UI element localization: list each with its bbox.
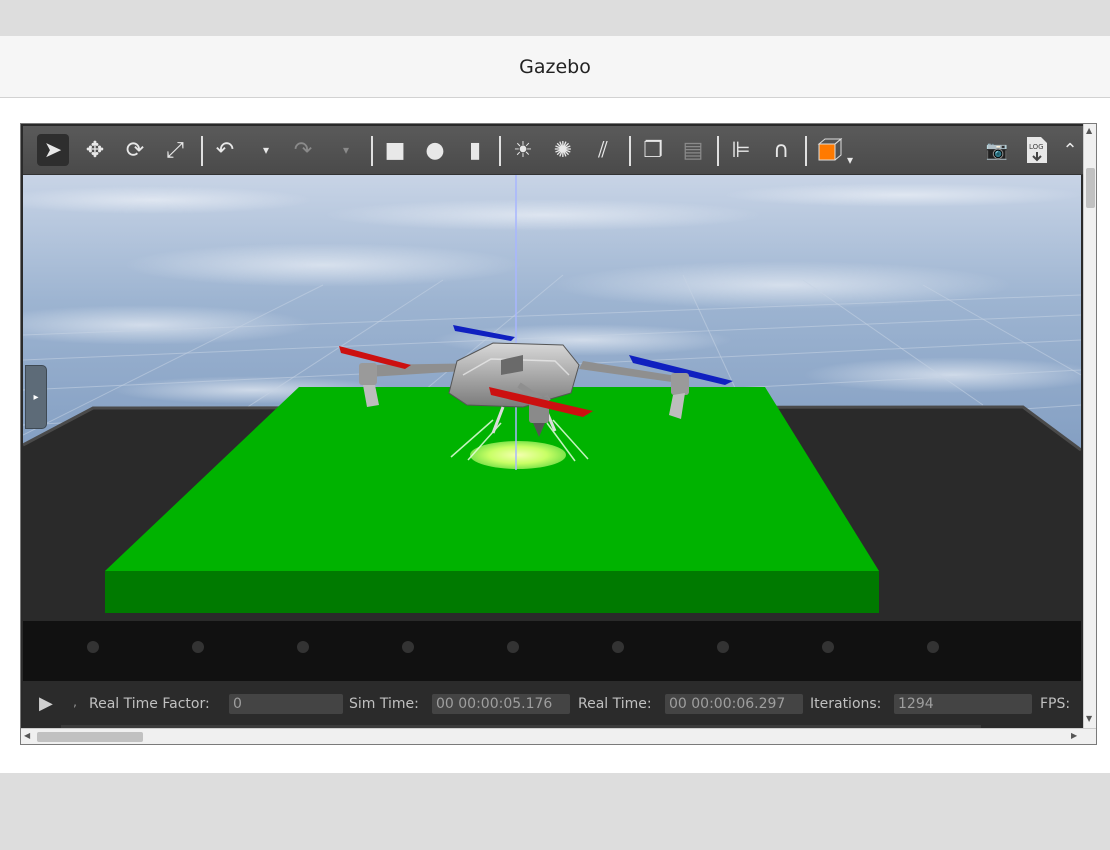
toolbar-separator: [629, 136, 631, 166]
spot-light-icon[interactable]: ✺: [547, 134, 579, 166]
horizontal-scrollbar[interactable]: ◀ ▶: [21, 728, 1096, 744]
screenshot-icon[interactable]: 📷: [981, 134, 1013, 166]
landing-pad-side: [105, 571, 879, 613]
sphere-shape-icon[interactable]: ●: [419, 134, 451, 166]
change-view-icon[interactable]: [813, 134, 845, 166]
toolbar: ➤ ✥ ⟳ ⤢ ↶ ▾ ↷ ▾ ■ ● ▮ ☀ ✺ ⫽ ❐ ▤ ⊫ ∩ ▾ 📷 …: [23, 126, 1083, 175]
step-icon[interactable]: ‚: [73, 695, 77, 709]
toolbar-separator: [371, 136, 373, 166]
real-time-factor-label: Real Time Factor:: [89, 696, 210, 712]
point-light-icon[interactable]: ☀: [507, 134, 539, 166]
gazebo-frame: ➤ ✥ ⟳ ⤢ ↶ ▾ ↷ ▾ ■ ● ▮ ☀ ✺ ⫽ ❐ ▤ ⊫ ∩ ▾ 📷 …: [20, 123, 1097, 745]
content-area: ➤ ✥ ⟳ ⤢ ↶ ▾ ↷ ▾ ■ ● ▮ ☀ ✺ ⫽ ❐ ▤ ⊫ ∩ ▾ 📷 …: [0, 98, 1110, 773]
landing-target-glow: [470, 441, 566, 469]
real-time-field: 00 00:00:06.297: [665, 694, 803, 714]
toolbar-separator: [805, 136, 807, 166]
snap-icon[interactable]: ∩: [765, 134, 797, 166]
scroll-up-icon[interactable]: ▲: [1086, 126, 1092, 135]
toolbar-separator: [717, 136, 719, 166]
top-band: [0, 0, 1110, 36]
iterations-label: Iterations:: [810, 696, 882, 712]
align-icon[interactable]: ⊫: [725, 134, 757, 166]
change-view-dropdown-icon[interactable]: ▾: [843, 144, 857, 176]
scroll-left-icon[interactable]: ◀: [24, 731, 30, 740]
sim-time-field: 00 00:00:05.176: [432, 694, 570, 714]
play-icon[interactable]: ▶: [39, 693, 53, 714]
log-icon[interactable]: LOG: [1021, 134, 1053, 166]
vertical-scrollbar[interactable]: ▲ ▼: [1083, 124, 1096, 728]
paste-icon[interactable]: ▤: [677, 134, 709, 166]
scroll-right-icon[interactable]: ▶: [1071, 731, 1077, 740]
box-shape-icon[interactable]: ■: [379, 134, 411, 166]
scene-render: [23, 175, 1081, 681]
3d-viewport[interactable]: ▸: [23, 175, 1081, 681]
scale-tool-icon[interactable]: ⤢: [159, 134, 191, 166]
window-titlebar: Gazebo: [0, 36, 1110, 98]
toolbar-separator: [499, 136, 501, 166]
real-time-label: Real Time:: [578, 696, 652, 712]
cylinder-shape-icon[interactable]: ▮: [459, 134, 491, 166]
redo-icon[interactable]: ↷: [287, 134, 319, 166]
translate-tool-icon[interactable]: ✥: [79, 134, 111, 166]
real-time-factor-field: 0: [229, 694, 343, 714]
scroll-down-icon[interactable]: ▼: [1086, 714, 1092, 723]
toolbar-separator: [201, 136, 203, 166]
copy-icon[interactable]: ❐: [637, 134, 669, 166]
left-panel-toggle[interactable]: ▸: [25, 365, 47, 429]
iterations-field: 1294: [894, 694, 1032, 714]
undo-dropdown-icon[interactable]: ▾: [259, 134, 273, 166]
sim-time-label: Sim Time:: [349, 696, 419, 712]
log-label: LOG: [1029, 143, 1044, 151]
window-title: Gazebo: [519, 55, 591, 78]
directional-light-icon[interactable]: ⫽: [587, 134, 619, 166]
status-bar: ▶ ‚ Real Time Factor: 0 Sim Time: 00 00:…: [23, 681, 1081, 728]
select-tool-icon[interactable]: ➤: [37, 134, 69, 166]
horizontal-scroll-thumb[interactable]: [37, 732, 143, 742]
redo-dropdown-icon[interactable]: ▾: [339, 134, 353, 166]
rotate-tool-icon[interactable]: ⟳: [119, 134, 151, 166]
vertical-scroll-thumb[interactable]: [1086, 168, 1095, 208]
undo-icon[interactable]: ↶: [209, 134, 241, 166]
chevron-up-icon[interactable]: ⌃: [1059, 134, 1081, 166]
fps-label: FPS:: [1040, 696, 1071, 712]
